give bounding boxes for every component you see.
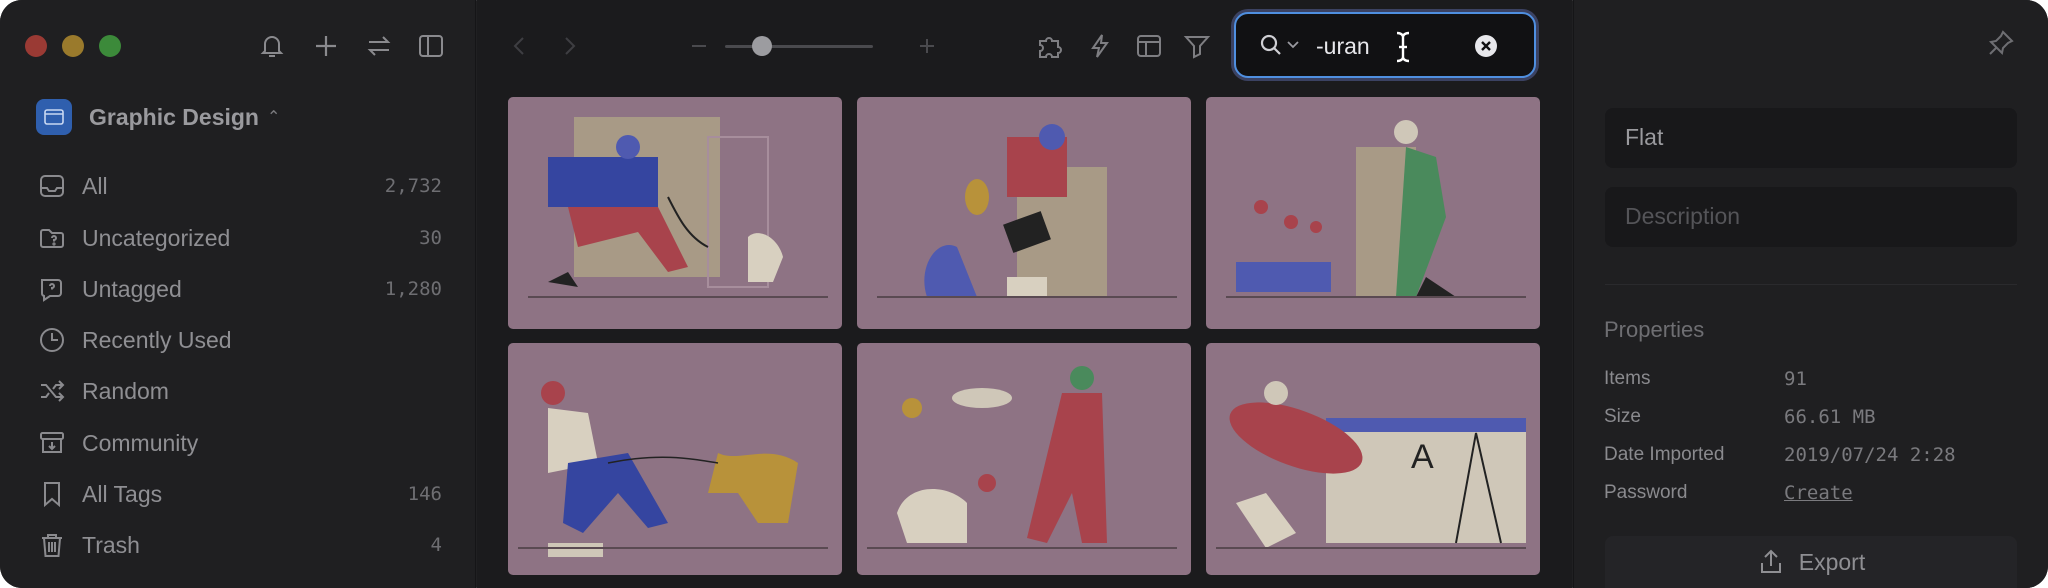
sidebar-item-community[interactable]: Community [36,423,444,463]
property-label: Size [1604,406,1641,427]
thumbnail-illustration[interactable] [857,97,1191,329]
sidebar: Graphic Design ⌃ All 2,732 Uncategorized… [0,0,476,588]
sidebar-item-label: Uncategorized [82,224,231,251]
zoom-out-icon[interactable] [681,28,717,64]
property-label: Items [1604,368,1651,389]
sidebar-item-all[interactable]: All 2,732 [36,166,444,206]
illustration-dog-pineapple [877,124,1177,298]
app-window: Graphic Design ⌃ All 2,732 Uncategorized… [0,0,2048,588]
name-field[interactable]: Flat [1605,108,2017,168]
archive-icon [36,427,68,459]
sidebar-item-label: Untagged [82,275,182,302]
sidebar-item-label: Recently Used [82,326,232,353]
zoom-in-icon[interactable] [909,28,945,64]
property-label: Date Imported [1604,444,1725,465]
sidebar-item-count: 30 [419,227,442,249]
folder-question-icon [36,222,68,254]
layout-icon[interactable] [1131,28,1167,64]
properties-title: Properties [1604,317,1705,342]
sidebar-item-count: 2,732 [384,175,442,197]
thumbnail-illustration[interactable] [1206,97,1540,329]
sidebar-item-trash[interactable]: Trash 4 [36,525,444,565]
property-label: Password [1604,482,1688,503]
chevron-updown-icon: ⌃ [266,109,281,126]
chevron-down-icon[interactable] [1286,39,1300,51]
minimize-window-button[interactable] [62,35,84,57]
thumbnail-illustration[interactable] [508,97,842,329]
description-field[interactable]: Description [1605,187,2017,247]
sidebar-item-label: All Tags [82,480,163,507]
bookmark-icon [36,478,68,510]
export-icon [1760,549,1781,573]
create-password-link[interactable]: Create [1784,482,1853,504]
illustration-person-pulling-dog [518,381,828,557]
trash-icon [36,529,68,561]
sidebar-item-count: 4 [430,534,442,556]
back-icon[interactable] [502,28,538,64]
sidebar-item-random[interactable]: Random [36,371,444,411]
illustration-person-pencil: A [1216,381,1526,549]
name-input[interactable]: Flat [1625,124,1663,151]
thumbnail-illustration[interactable] [508,343,842,575]
pin-icon[interactable] [1986,28,2016,58]
close-window-button[interactable] [25,35,47,57]
sidebar-item-count: 1,280 [384,278,442,300]
export-button[interactable]: Export [1605,536,2017,588]
search-icon[interactable] [1258,32,1284,58]
inspector-panel: Flat Description Properties Items 91 Siz… [1573,0,2048,588]
library-name: Graphic Design [89,103,259,130]
property-value: 66.61 MB [1784,406,1876,428]
thumbnail-illustration[interactable]: A [1206,343,1540,575]
puzzle-icon[interactable] [1032,28,1068,64]
sidebar-item-label: Trash [82,531,140,558]
description-input[interactable]: Description [1625,203,1740,230]
sidebar-item-uncategorized[interactable]: Uncategorized 30 [36,218,444,258]
library-icon [36,99,72,135]
sidebar-item-label: Community [82,429,199,456]
clock-icon [36,324,68,356]
shuffle-icon [36,375,68,407]
text-cursor-icon [1392,30,1414,64]
sidebar-item-label: All [82,172,108,199]
illustration-person-flowers [1226,120,1526,298]
thumbnail-illustration[interactable] [857,343,1191,575]
sidebar-item-recently-used[interactable]: Recently Used [36,320,444,360]
search-input[interactable]: -uran [1316,33,1370,60]
content-area: -uran A [477,0,1572,588]
sidebar-toggle-icon[interactable] [413,28,449,64]
sidebar-item-count: 146 [407,483,442,505]
illustration-person-walking-dog [528,117,828,298]
divider [1605,284,2017,285]
clear-search-icon[interactable] [1474,34,1498,58]
sidebar-item-all-tags[interactable]: All Tags 146 [36,474,444,514]
svg-text:A: A [1411,438,1434,476]
property-value: 91 [1784,368,1807,390]
swap-icon[interactable] [361,28,397,64]
zoom-window-button[interactable] [99,35,121,57]
library-switcher[interactable]: Graphic Design ⌃ [36,97,280,137]
tag-question-icon [36,273,68,305]
sidebar-item-label: Random [82,377,169,404]
add-icon[interactable] [308,28,344,64]
search-field[interactable]: -uran [1234,12,1536,78]
inbox-icon [36,170,68,202]
property-value: 2019/07/24 2:28 [1784,444,1956,466]
illustration-person-ball-dog [867,366,1177,549]
export-label: Export [1798,548,1866,575]
zoom-slider-thumb[interactable] [752,36,772,56]
zoom-slider-track[interactable] [725,45,873,48]
bell-icon[interactable] [254,28,290,64]
sidebar-item-untagged[interactable]: Untagged 1,280 [36,269,444,309]
filter-icon[interactable] [1179,28,1215,64]
forward-icon[interactable] [551,28,587,64]
lightning-icon[interactable] [1082,28,1118,64]
